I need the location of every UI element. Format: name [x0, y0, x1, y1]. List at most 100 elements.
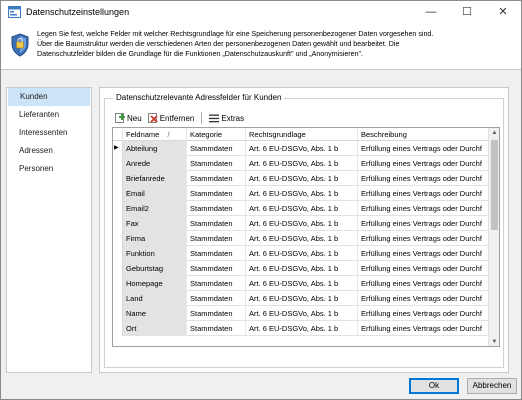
table-row[interactable]: Firma Stammdaten Art. 6 EU-DSGVo, Abs. 1 b… — [113, 231, 490, 246]
column-header-beschreibung[interactable]: Beschreibung — [358, 128, 490, 141]
kategorie-cell[interactable]: Stammdaten — [187, 216, 246, 231]
row-indicator[interactable] — [113, 171, 123, 186]
beschreibung-cell[interactable]: Erfüllung eines Vertrags oder Durchf — [358, 216, 490, 231]
scroll-down-icon[interactable]: ▼ — [489, 337, 499, 346]
kategorie-cell[interactable]: Stammdaten — [187, 246, 246, 261]
table-row[interactable]: Briefanrede Stammdaten Art. 6 EU-DSGVo, Ab… — [113, 171, 490, 186]
column-header-kategorie[interactable]: Kategorie — [187, 128, 246, 141]
kategorie-cell[interactable]: Stammdaten — [187, 261, 246, 276]
cancel-button[interactable]: Abbrechen — [467, 378, 517, 394]
feldname-cell[interactable]: Funktion — [123, 246, 187, 261]
table-row[interactable]: Email Stammdaten Art. 6 EU-DSGVo, Abs. 1 b… — [113, 186, 490, 201]
kategorie-cell[interactable]: Stammdaten — [187, 306, 246, 321]
kategorie-cell[interactable]: Stammdaten — [187, 291, 246, 306]
rechtsgrundlage-cell[interactable]: Art. 6 EU-DSGVo, Abs. 1 b — [246, 171, 358, 186]
table-row[interactable]: Ort Stammdaten Art. 6 EU-DSGVo, Abs. 1 b Er… — [113, 321, 490, 336]
table-row[interactable]: Geburtstag Stammdaten Art. 6 EU-DSGVo, Abs… — [113, 261, 490, 276]
row-indicator[interactable] — [113, 216, 123, 231]
feldname-cell[interactable]: Ort — [123, 321, 187, 336]
row-indicator[interactable] — [113, 276, 123, 291]
table-row[interactable]: Fax Stammdaten Art. 6 EU-DSGVo, Abs. 1 b Er… — [113, 216, 490, 231]
beschreibung-cell[interactable]: Erfüllung eines Vertrags oder Durchf — [358, 246, 490, 261]
beschreibung-cell[interactable]: Erfüllung eines Vertrags oder Durchf — [358, 141, 490, 156]
new-button[interactable]: Neu — [112, 111, 145, 125]
minimize-button[interactable]: — — [413, 1, 449, 23]
feldname-cell[interactable]: Email2 — [123, 201, 187, 216]
sidebar-item-personen[interactable]: Personen — [7, 160, 91, 178]
beschreibung-cell[interactable]: Erfüllung eines Vertrags oder Durchf — [358, 261, 490, 276]
rechtsgrundlage-cell[interactable]: Art. 6 EU-DSGVo, Abs. 1 b — [246, 141, 358, 156]
extras-button[interactable]: Extras — [206, 111, 247, 125]
beschreibung-cell[interactable]: Erfüllung eines Vertrags oder Durchf — [358, 276, 490, 291]
column-header-rechtsgrundlage[interactable]: Rechtsgrundlage — [246, 128, 358, 141]
beschreibung-cell[interactable]: Erfüllung eines Vertrags oder Durchf — [358, 186, 490, 201]
rechtsgrundlage-cell[interactable]: Art. 6 EU-DSGVo, Abs. 1 b — [246, 156, 358, 171]
kategorie-cell[interactable]: Stammdaten — [187, 201, 246, 216]
feldname-cell[interactable]: Geburtstag — [123, 261, 187, 276]
feldname-cell[interactable]: Briefanrede — [123, 171, 187, 186]
beschreibung-cell[interactable]: Erfüllung eines Vertrags oder Durchf — [358, 306, 490, 321]
row-indicator[interactable]: ▶ — [113, 141, 123, 156]
beschreibung-cell[interactable]: Erfüllung eines Vertrags oder Durchf — [358, 231, 490, 246]
scrollbar-thumb[interactable] — [491, 140, 498, 230]
beschreibung-cell[interactable]: Erfüllung eines Vertrags oder Durchf — [358, 156, 490, 171]
row-indicator[interactable] — [113, 291, 123, 306]
kategorie-cell[interactable]: Stammdaten — [187, 171, 246, 186]
close-button[interactable]: ✕ — [485, 1, 521, 23]
rechtsgrundlage-cell[interactable]: Art. 6 EU-DSGVo, Abs. 1 b — [246, 276, 358, 291]
table-row[interactable]: Name Stammdaten Art. 6 EU-DSGVo, Abs. 1 bE… — [113, 306, 490, 321]
kategorie-cell[interactable]: Stammdaten — [187, 321, 246, 336]
scroll-up-icon[interactable]: ▲ — [489, 128, 499, 139]
remove-button[interactable]: Entfernen — [145, 111, 198, 125]
feldname-cell[interactable]: Land — [123, 291, 187, 306]
beschreibung-cell[interactable]: Erfüllung eines Vertrags oder Durchf — [358, 171, 490, 186]
rechtsgrundlage-cell[interactable]: Art. 6 EU-DSGVo, Abs. 1 b — [246, 306, 358, 321]
rechtsgrundlage-cell[interactable]: Art. 6 EU-DSGVo, Abs. 1 b — [246, 231, 358, 246]
beschreibung-cell[interactable]: Erfüllung eines Vertrags oder Durchf — [358, 201, 490, 216]
feldname-cell[interactable]: Name — [123, 306, 187, 321]
feldname-cell[interactable]: Email — [123, 186, 187, 201]
row-indicator[interactable] — [113, 186, 123, 201]
kategorie-cell[interactable]: Stammdaten — [187, 276, 246, 291]
rechtsgrundlage-cell[interactable]: Art. 6 EU-DSGVo, Abs. 1 b — [246, 216, 358, 231]
kategorie-cell[interactable]: Stammdaten — [187, 186, 246, 201]
row-indicator[interactable] — [113, 321, 123, 336]
feldname-cell[interactable]: Firma — [123, 231, 187, 246]
kategorie-cell[interactable]: Stammdaten — [187, 231, 246, 246]
table-row[interactable]: Land Stammdaten Art. 6 EU-DSGVo, Abs. 1 bE… — [113, 291, 490, 306]
row-indicator[interactable] — [113, 306, 123, 321]
sidebar-item-adressen[interactable]: Adressen — [7, 142, 91, 160]
rechtsgrundlage-cell[interactable]: Art. 6 EU-DSGVo, Abs. 1 b — [246, 261, 358, 276]
kategorie-cell[interactable]: Stammdaten — [187, 156, 246, 171]
feldname-cell[interactable]: Anrede — [123, 156, 187, 171]
kategorie-cell[interactable]: Stammdaten — [187, 141, 246, 156]
row-indicator[interactable] — [113, 156, 123, 171]
table-row[interactable]: Anrede Stammdaten Art. 6 EU-DSGVo, Abs. 1 … — [113, 156, 490, 171]
rechtsgrundlage-cell[interactable]: Art. 6 EU-DSGVo, Abs. 1 b — [246, 246, 358, 261]
vertical-scrollbar[interactable]: ▲ ▼ — [488, 128, 499, 346]
rechtsgrundlage-cell[interactable]: Art. 6 EU-DSGVo, Abs. 1 b — [246, 291, 358, 306]
row-indicator[interactable] — [113, 246, 123, 261]
sidebar-item-kunden[interactable]: Kunden — [8, 88, 90, 106]
sidebar-item-interessenten[interactable]: Interessenten — [7, 124, 91, 142]
title-bar[interactable]: Datenschutzeinstellungen — ☐ ✕ — [1, 1, 521, 23]
row-indicator[interactable] — [113, 231, 123, 246]
feldname-cell[interactable]: Abteilung — [123, 141, 187, 156]
ok-button[interactable]: Ok — [409, 378, 459, 394]
beschreibung-cell[interactable]: Erfüllung eines Vertrags oder Durchf — [358, 291, 490, 306]
table-row[interactable]: ▶ Abteilung Stammdaten Art. 6 EU-DSGVo, Abs… — [113, 141, 490, 156]
table-row[interactable]: Email2 Stammdaten Art. 6 EU-DSGVo, Abs. 1 … — [113, 201, 490, 216]
maximize-button[interactable]: ☐ — [449, 1, 485, 23]
beschreibung-cell[interactable]: Erfüllung eines Vertrags oder Durchf — [358, 321, 490, 336]
table-row[interactable]: Homepage Stammdaten Art. 6 EU-DSGVo, Abs. … — [113, 276, 490, 291]
sidebar-item-lieferanten[interactable]: Lieferanten — [7, 106, 91, 124]
feldname-cell[interactable]: Homepage — [123, 276, 187, 291]
rechtsgrundlage-cell[interactable]: Art. 6 EU-DSGVo, Abs. 1 b — [246, 321, 358, 336]
rechtsgrundlage-cell[interactable]: Art. 6 EU-DSGVo, Abs. 1 b — [246, 201, 358, 216]
feldname-cell[interactable]: Fax — [123, 216, 187, 231]
row-indicator[interactable] — [113, 261, 123, 276]
column-header-feldname[interactable]: Feldname / — [123, 128, 187, 141]
rechtsgrundlage-cell[interactable]: Art. 6 EU-DSGVo, Abs. 1 b — [246, 186, 358, 201]
table-row[interactable]: Funktion Stammdaten Art. 6 EU-DSGVo, Abs. … — [113, 246, 490, 261]
row-indicator[interactable] — [113, 201, 123, 216]
